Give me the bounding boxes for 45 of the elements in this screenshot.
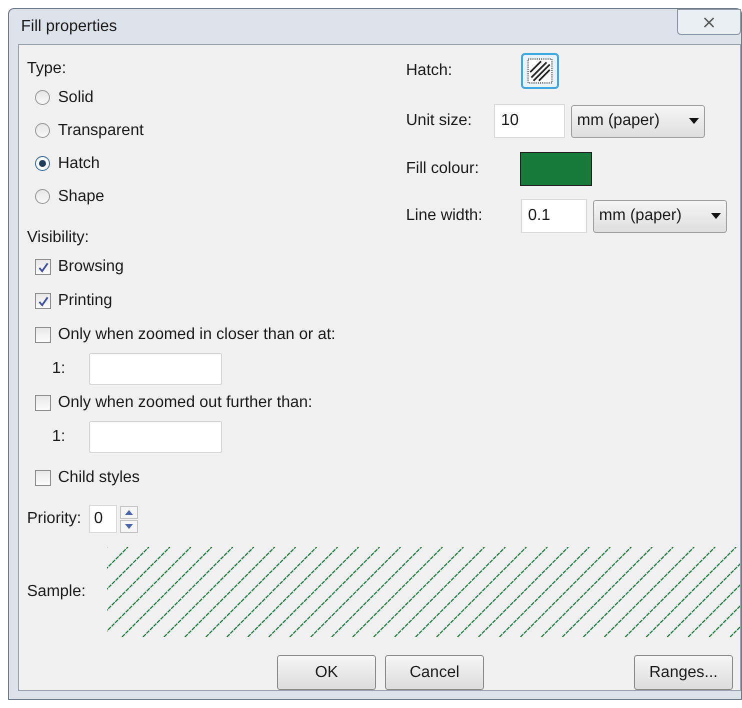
hatch-button[interactable]: [521, 53, 559, 89]
caret-icon: [689, 118, 699, 124]
line-width-label: Line width:: [406, 206, 484, 226]
scale-prefix: 1:: [52, 427, 66, 447]
line-width-field[interactable]: 0.1: [521, 199, 587, 233]
window-title: Fill properties: [21, 16, 118, 36]
spin-buttons-icon[interactable]: [120, 506, 138, 532]
radio-label[interactable]: Solid: [58, 86, 94, 110]
radio-button[interactable]: [35, 90, 50, 105]
checkbox[interactable]: [35, 327, 51, 343]
close-button[interactable]: ⨯: [677, 9, 741, 35]
unit-size-unit-dropdown[interactable]: mm (paper): [571, 104, 705, 138]
checkbox[interactable]: [35, 259, 51, 275]
caret-icon: [711, 213, 721, 219]
ranges-button[interactable]: Ranges...: [634, 655, 733, 690]
checkbox-label[interactable]: Printing: [58, 289, 112, 313]
checkbox[interactable]: [35, 293, 51, 309]
checkbox-label[interactable]: Only when zoomed out further than:: [58, 391, 312, 415]
dialog-button[interactable]: Cancel: [385, 655, 484, 690]
radio-button[interactable]: [35, 123, 50, 138]
type-label: Type:: [27, 59, 66, 79]
sample-label: Sample:: [27, 582, 87, 602]
radio-label[interactable]: Hatch: [58, 152, 100, 176]
unit-size-label: Unit size:: [406, 111, 473, 131]
radio-button[interactable]: [35, 156, 50, 171]
checkbox[interactable]: [35, 470, 51, 486]
radio-label[interactable]: Transparent: [58, 118, 144, 142]
radio-label[interactable]: Shape: [58, 184, 104, 208]
checkbox-label[interactable]: Child styles: [58, 466, 140, 490]
checkbox-label[interactable]: Only when zoomed in closer than or at:: [58, 323, 336, 347]
colour-swatch[interactable]: [520, 152, 592, 186]
hatch-label: Hatch:: [406, 61, 454, 81]
dialog-button[interactable]: OK: [277, 655, 376, 690]
checkbox-label[interactable]: Browsing: [58, 255, 124, 279]
scale-input-field[interactable]: [89, 353, 222, 385]
unit-size-field[interactable]: 10: [494, 104, 565, 138]
radio-button[interactable]: [35, 189, 50, 204]
visibility-label: Visibility:: [27, 228, 89, 248]
scale-input-field[interactable]: [89, 421, 222, 453]
priority-label: Priority:: [27, 509, 82, 529]
line-width-unit-dropdown[interactable]: mm (paper): [593, 200, 727, 232]
fill-colour-label: Fill colour:: [406, 159, 480, 179]
scale-prefix: 1:: [52, 359, 66, 379]
priority-field[interactable]: 0: [89, 505, 117, 533]
checkbox[interactable]: [35, 395, 51, 411]
